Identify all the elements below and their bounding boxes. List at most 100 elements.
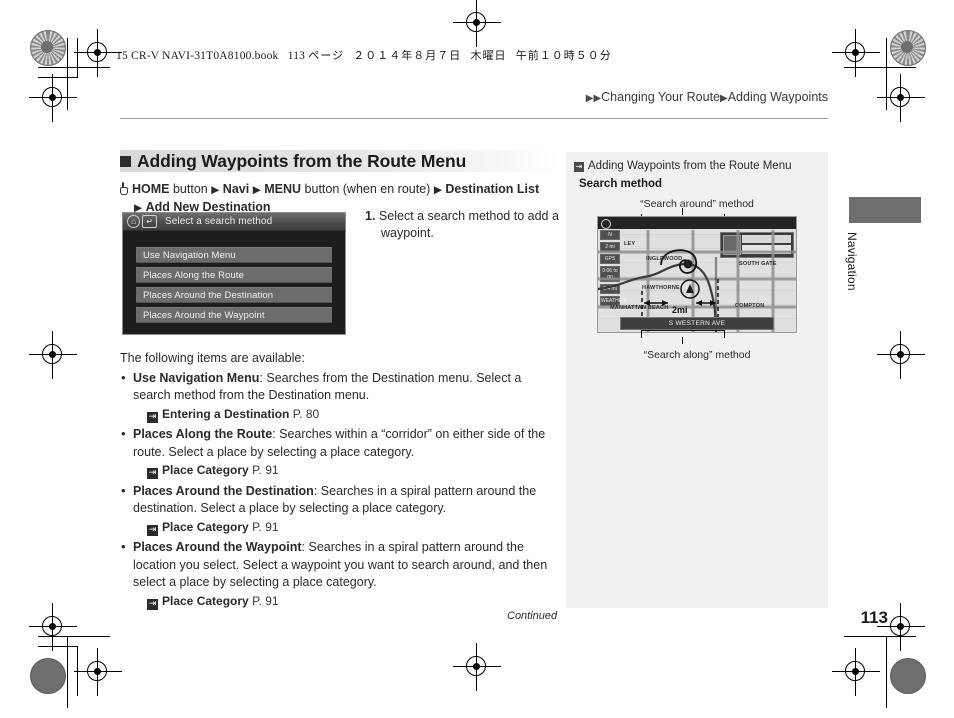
reference-page: P. 91 [252, 463, 279, 477]
map-distance-label: 2mi [672, 305, 688, 315]
nav-screenshot-title: Select a search method [165, 216, 273, 227]
path-arrow-icon: ▶ [433, 184, 442, 196]
crop-line [38, 646, 78, 647]
path-menu-button: MENU [264, 182, 302, 196]
reference-label: Entering a Destination [162, 406, 290, 421]
nav-screenshot: ⌂ ↵ Select a search method Use Navigatio… [122, 212, 346, 335]
color-patch-bottom-right [890, 658, 926, 694]
jump-reference-icon: ⇥ [147, 524, 158, 536]
cross-reference[interactable]: ⇥ Place Category P. 91 [120, 462, 560, 480]
map-figure: N 2 mi GPS 0:06 to go 2.4 mi WEATHER LEY… [597, 208, 797, 344]
path-arrow-icon: ▶ [211, 184, 220, 196]
sidebar-header: ⇥ Adding Waypoints from the Route Menu [566, 152, 828, 172]
path-home-button: HOME [132, 182, 170, 196]
reg-mark-right-mid [877, 331, 925, 379]
caption-search-around: “Search around” method [640, 198, 754, 210]
crop-line [38, 636, 110, 637]
book-page-number: 113 [287, 50, 306, 62]
heading-bullet-icon [120, 155, 131, 167]
book-date: ２０１４年８月７日 [353, 49, 462, 62]
home-icon[interactable]: ⌂ [127, 215, 140, 228]
reg-mark-br-b [877, 603, 925, 651]
crop-line [844, 67, 916, 68]
bullet-term: Use Navigation Menu [133, 370, 260, 385]
reg-mark-bl-b [74, 648, 122, 696]
print-header-line: 15 CR-V NAVI-31T0A8100.book 113 ページ ２０１４… [116, 47, 612, 63]
reference-page: P. 91 [252, 519, 279, 534]
path-destination-list: Destination List [445, 182, 540, 196]
crop-line [844, 636, 916, 637]
reg-mark-top-mid [453, 0, 501, 47]
map-destination-marker [683, 259, 693, 269]
reference-label: Place Category [162, 519, 249, 534]
chapter-tab-block [849, 197, 921, 223]
list-item[interactable]: Places Along the Route [136, 267, 332, 283]
list-item: Places Along the Route: Searches within … [120, 425, 560, 461]
crop-line [38, 77, 78, 78]
step-1: 1. Select a search method to add a waypo… [365, 208, 560, 241]
map-image: N 2 mi GPS 0:06 to go 2.4 mi WEATHER LEY… [597, 216, 797, 333]
sidebar-panel: ⇥ Adding Waypoints from the Route Menu S… [566, 152, 828, 608]
crop-line [77, 646, 78, 696]
reference-page: P. 80 [292, 406, 320, 421]
breadcrumb-section: Changing Your Route [601, 90, 720, 104]
note-reference-icon: ⇥ [574, 162, 584, 172]
map-vector-overlay [598, 230, 796, 332]
main-column: Adding Waypoints from the Route Menu HOM… [120, 150, 560, 610]
reference-label: Place Category [162, 593, 249, 608]
step-number: 1. [365, 209, 376, 223]
map-label: MANHATTAN BEACH [610, 305, 669, 311]
step-text: Select a search method to add a waypoint… [378, 209, 559, 240]
path-arrow-icon: ▶ [252, 184, 261, 196]
step-text-wrap: 1. Select a search method to add a waypo… [365, 208, 560, 241]
hand-press-icon [120, 182, 129, 195]
reg-mark-bl-a [29, 603, 77, 651]
book-time: 午前１０時５０分 [515, 49, 612, 62]
reg-mark-left-mid [29, 331, 77, 379]
reg-mark-bottom-mid [453, 643, 501, 691]
path-navi: Navi [222, 182, 250, 196]
cross-reference[interactable]: ⇥ Place Category P. 91 [120, 593, 560, 611]
reference-label: Place Category [162, 463, 249, 477]
bullet-term: Places Around the Waypoint [133, 540, 302, 554]
breadcrumb-double-arrow-icon: ▶▶ [585, 93, 602, 104]
cross-reference[interactable]: ⇥ Place Category P. 91 [120, 519, 560, 537]
map-label: COMPTON [735, 303, 765, 309]
page-title: Adding Waypoints from the Route Menu [137, 150, 467, 171]
manual-page: 15 CR-V NAVI-31T0A8100.book 113 ページ ２０１４… [0, 0, 954, 718]
breadcrumb: ▶▶Changing Your Route▶Adding Waypoints [586, 90, 828, 104]
list-item[interactable]: Use Navigation Menu [136, 247, 332, 263]
list-item: Places Around the Waypoint: Searches in … [120, 538, 560, 592]
nav-screenshot-list: Use Navigation Menu Places Along the Rou… [123, 231, 345, 323]
jump-reference-icon: ⇥ [147, 411, 158, 423]
book-page-unit: ページ [308, 49, 344, 62]
list-item[interactable]: Places Around the Destination [136, 287, 332, 303]
color-patch-top-left [30, 30, 66, 66]
reg-mark-tl-a [74, 29, 122, 77]
map-label: SOUTH GATE [739, 261, 777, 267]
jump-reference-icon: ⇥ [147, 468, 158, 479]
bullet-term: Places Along the Route [133, 427, 273, 441]
chapter-tab-label: Navigation [845, 232, 859, 291]
reg-mark-tr-a [832, 29, 880, 77]
nav-screenshot-titlebar: ⌂ ↵ Select a search method [123, 213, 345, 231]
continued-label: Continued [507, 610, 558, 622]
back-icon[interactable]: ↵ [142, 215, 157, 228]
jump-reference-icon: ⇥ [147, 598, 158, 610]
breadcrumb-topic: Adding Waypoints [727, 90, 828, 104]
path-word-button: button [172, 182, 208, 196]
list-item[interactable]: Places Around the Waypoint [136, 307, 332, 323]
bracket-search-along [641, 330, 725, 344]
header-divider [120, 118, 828, 119]
map-label: HAWTHORNE [642, 285, 680, 291]
map-label: INGLEWOOD [646, 256, 683, 262]
breadcrumb-arrow-icon: ▶ [720, 93, 728, 104]
cross-reference[interactable]: ⇥ Entering a Destination P. 80 [120, 406, 560, 424]
reg-mark-tl-b [29, 74, 77, 122]
book-weekday: 木曜日 [470, 49, 507, 62]
page-number: 113 [860, 608, 888, 627]
crop-line [886, 38, 887, 110]
list-item: Use Navigation Menu: Searches from the D… [120, 369, 560, 405]
path-menu-suffix: button (when en route) [304, 182, 431, 196]
reference-page: P. 91 [252, 593, 279, 608]
